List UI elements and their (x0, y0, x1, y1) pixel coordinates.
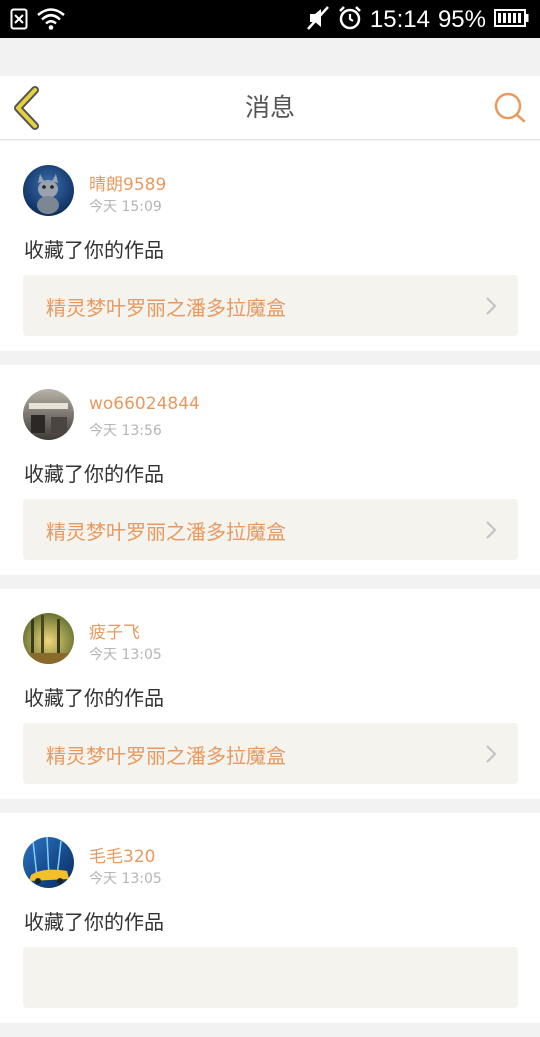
avatar[interactable] (23, 389, 74, 440)
chevron-left-icon (12, 86, 52, 134)
chevron-right-icon (484, 743, 498, 765)
message-card: 疲子飞 今天 13:05 收藏了你的作品 精灵梦叶罗丽之潘多拉魔盒 (0, 589, 540, 799)
action-text: 收藏了你的作品 (24, 238, 164, 262)
action-text: 收藏了你的作品 (24, 910, 164, 934)
avatar[interactable] (23, 613, 74, 664)
message-card: wo66024844 今天 13:56 收藏了你的作品 精灵梦叶罗丽之潘多拉魔盒 (0, 365, 540, 575)
title-bar: 消息 (0, 76, 540, 140)
status-bar: 15:14 95% (0, 0, 540, 38)
search-icon (492, 92, 528, 130)
status-left (10, 7, 66, 35)
wifi-icon (36, 7, 66, 35)
mute-icon (306, 5, 330, 35)
chevron-right-icon (484, 295, 498, 317)
search-button[interactable] (492, 90, 528, 126)
work-link[interactable]: 精灵梦叶罗丽之潘多拉魔盒 (23, 499, 518, 560)
clock-text: 15:14 (369, 6, 430, 33)
username[interactable]: 晴朗9589 (89, 170, 166, 195)
work-title: 精灵梦叶罗丽之潘多拉魔盒 (46, 520, 286, 544)
page-title: 消息 (244, 93, 295, 122)
message-card: 晴朗9589 今天 15:09 收藏了你的作品 精灵梦叶罗丽之潘多拉魔盒 (0, 141, 540, 351)
work-link[interactable] (23, 947, 518, 1008)
message-card: 毛毛320 今天 13:05 收藏了你的作品 (0, 813, 540, 1023)
message-list: 晴朗9589 今天 15:09 收藏了你的作品 精灵梦叶罗丽之潘多拉魔盒 wo6… (0, 141, 540, 1037)
header-spacer (0, 38, 540, 76)
username[interactable]: wo66024844 (89, 394, 200, 414)
sim-off-icon (10, 8, 28, 34)
timestamp: 今天 13:56 (89, 423, 162, 439)
work-link[interactable]: 精灵梦叶罗丽之潘多拉魔盒 (23, 275, 518, 336)
back-button[interactable] (12, 86, 52, 130)
chevron-right-icon (484, 519, 498, 541)
battery-percent: 95% (437, 6, 486, 33)
battery-icon (494, 8, 530, 32)
action-text: 收藏了你的作品 (24, 686, 164, 710)
username[interactable]: 疲子飞 (89, 618, 140, 643)
alarm-icon (338, 5, 362, 35)
status-right: 15:14 95% (306, 5, 530, 35)
action-text: 收藏了你的作品 (24, 462, 164, 486)
username[interactable]: 毛毛320 (89, 842, 155, 867)
avatar[interactable] (23, 165, 74, 216)
avatar[interactable] (23, 837, 74, 888)
work-title: 精灵梦叶罗丽之潘多拉魔盒 (46, 296, 286, 320)
work-title: 精灵梦叶罗丽之潘多拉魔盒 (46, 744, 286, 768)
timestamp: 今天 13:05 (89, 871, 162, 887)
timestamp: 今天 13:05 (89, 647, 162, 663)
work-link[interactable]: 精灵梦叶罗丽之潘多拉魔盒 (23, 723, 518, 784)
timestamp: 今天 15:09 (89, 199, 162, 215)
